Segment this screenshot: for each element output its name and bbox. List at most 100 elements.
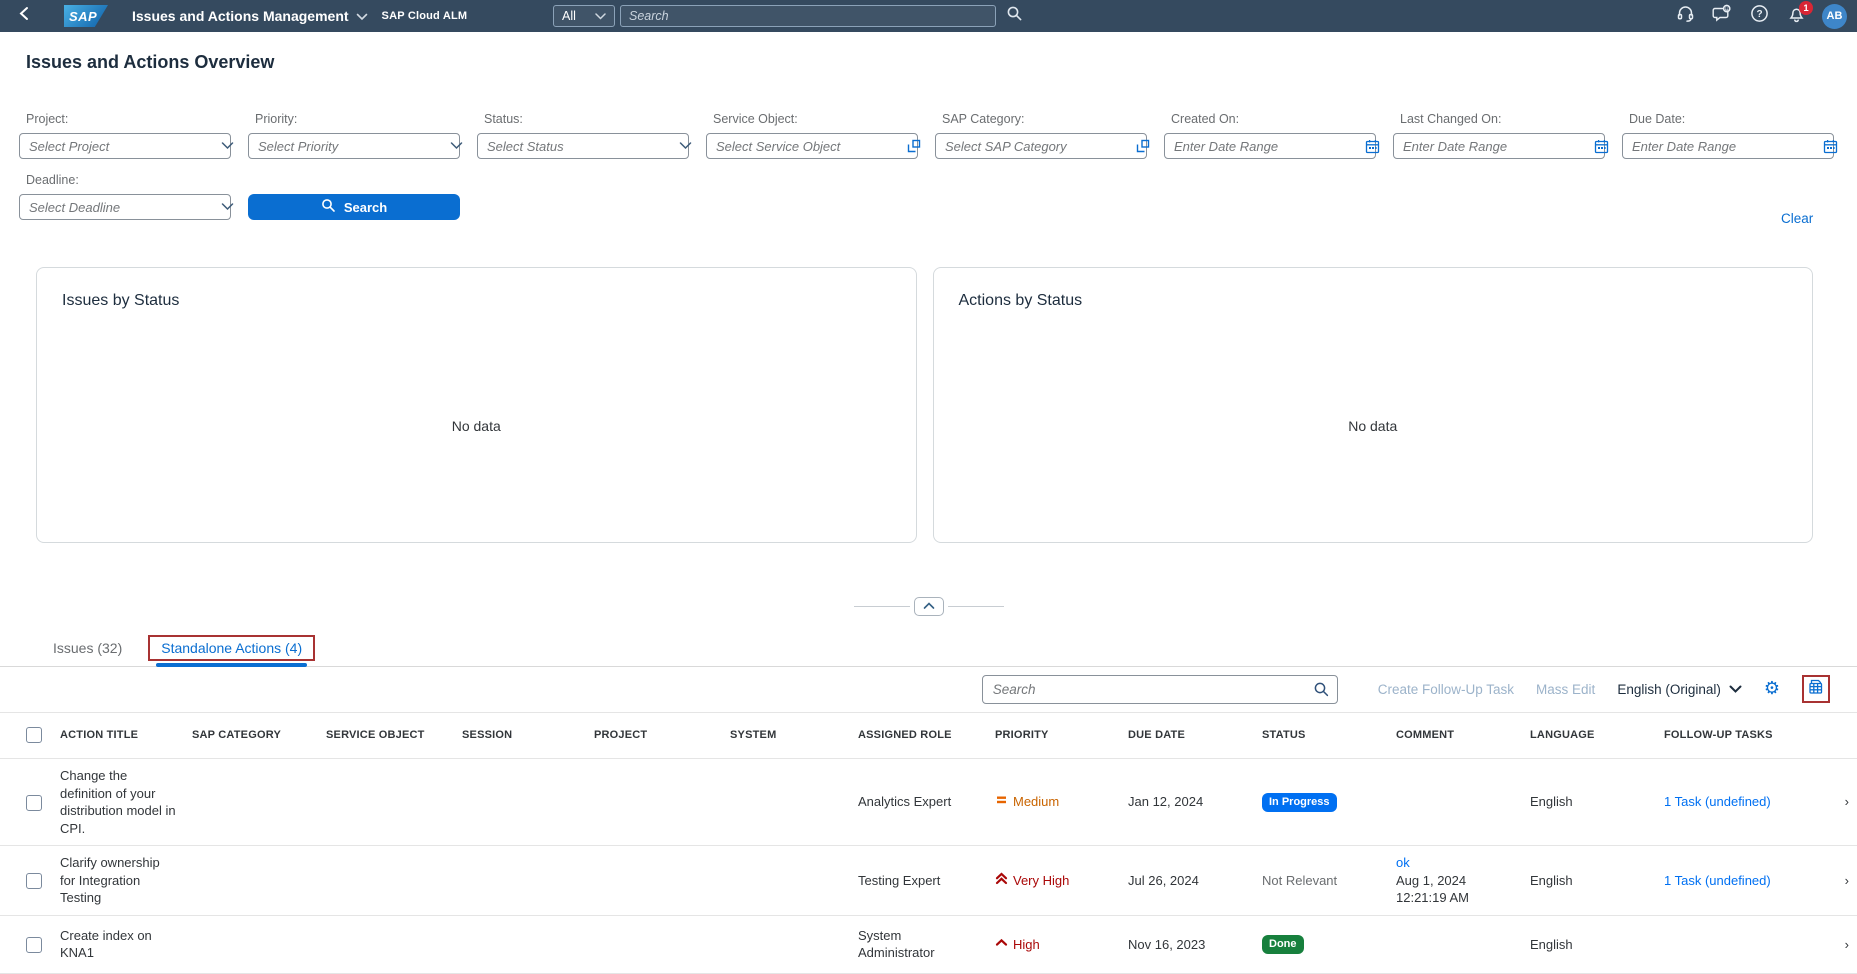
filter-project: Project: [19, 112, 231, 159]
service-object-field[interactable] [706, 133, 918, 159]
cell-project [586, 759, 722, 846]
calendar-icon[interactable] [1588, 139, 1614, 154]
feedback-button[interactable] [1711, 5, 1733, 27]
row-checkbox[interactable] [26, 795, 42, 811]
deadline-select-input[interactable] [20, 195, 214, 219]
language-select-value: English (Original) [1617, 682, 1721, 697]
priority-select-input[interactable] [249, 134, 443, 158]
deadline-select[interactable] [19, 194, 231, 220]
project-select[interactable] [19, 133, 231, 159]
table-search-field [982, 675, 1338, 704]
search-icon[interactable] [1313, 681, 1330, 703]
mass-edit-button[interactable]: Mass Edit [1536, 682, 1595, 697]
create-follow-up-task-button[interactable]: Create Follow-Up Task [1378, 682, 1514, 697]
cell-service-object [318, 915, 454, 973]
headset-icon [1676, 4, 1695, 28]
filter-label: Priority: [248, 112, 460, 126]
col-follow-up-tasks[interactable]: FOLLOW-UP TASKS [1656, 713, 1801, 759]
cell-action-title: Clarify ownership for Integration Testin… [52, 846, 184, 916]
shell-search-input[interactable] [620, 5, 996, 27]
col-status[interactable]: STATUS [1254, 713, 1388, 759]
project-select-input[interactable] [20, 134, 214, 158]
last-changed-on-input[interactable] [1394, 134, 1588, 158]
shell-search-button[interactable] [1006, 5, 1023, 27]
service-object-input[interactable] [707, 134, 901, 158]
select-all-checkbox[interactable] [26, 727, 42, 743]
tab-issues[interactable]: Issues (32) [53, 630, 122, 667]
follow-up-tasks-link[interactable]: 1 Task (undefined) [1664, 873, 1771, 888]
cell-language: English [1522, 759, 1656, 846]
tab-standalone-actions[interactable]: Standalone Actions (4) [148, 630, 315, 667]
card-title: Actions by Status [934, 268, 1813, 310]
status-select[interactable] [477, 133, 689, 159]
cell-action-title: Create index on KNA1 [52, 915, 184, 973]
help-button[interactable]: ? [1748, 5, 1770, 27]
status-select-input[interactable] [478, 134, 672, 158]
priority-medium-icon [995, 793, 1008, 811]
row-navigation-chevron[interactable]: › [1801, 915, 1857, 973]
avatar-initials: AB [1827, 10, 1843, 22]
sap-category-field[interactable] [935, 133, 1147, 159]
value-help-icon[interactable] [1130, 139, 1156, 153]
cell-comment: ok Aug 1, 2024 12:21:19 AM [1388, 846, 1522, 916]
col-priority[interactable]: PRIORITY [987, 713, 1120, 759]
table-row[interactable]: Create index on KNA1 System Administrato… [0, 915, 1857, 973]
created-on-input[interactable] [1165, 134, 1359, 158]
panel-splitter [0, 596, 1857, 616]
table-row[interactable]: Clarify ownership for Integration Testin… [0, 846, 1857, 916]
priority-label: Very High [1013, 872, 1069, 890]
chevron-down-icon[interactable] [443, 142, 469, 150]
avatar[interactable]: AB [1822, 4, 1847, 29]
chevron-down-icon[interactable] [672, 142, 698, 150]
col-comment[interactable]: COMMENT [1388, 713, 1522, 759]
comment-link[interactable]: ok [1396, 854, 1514, 872]
calendar-icon[interactable] [1817, 139, 1843, 154]
search-scope-select[interactable]: All [553, 5, 615, 27]
filter-label: Deadline: [19, 173, 231, 187]
chevron-down-icon[interactable] [214, 203, 240, 211]
notifications-button[interactable]: 1 [1785, 5, 1807, 27]
search-button[interactable]: Search [248, 194, 460, 220]
col-due-date[interactable]: DUE DATE [1120, 713, 1254, 759]
sap-category-input[interactable] [936, 134, 1130, 158]
last-changed-on-field[interactable] [1393, 133, 1605, 159]
language-select[interactable]: English (Original) [1617, 682, 1742, 697]
status-text: Not Relevant [1262, 873, 1337, 888]
col-action-title[interactable]: ACTION TITLE [52, 713, 184, 759]
col-system[interactable]: SYSTEM [722, 713, 850, 759]
table-search-input[interactable] [982, 675, 1338, 704]
search-button-label: Search [344, 200, 387, 215]
row-checkbox[interactable] [26, 937, 42, 953]
row-navigation-chevron[interactable]: › [1801, 759, 1857, 846]
table-header-row: ACTION TITLE SAP CATEGORY SERVICE OBJECT… [0, 713, 1857, 759]
due-date-field[interactable] [1622, 133, 1834, 159]
clear-link[interactable]: Clear [1781, 211, 1813, 226]
col-assigned-role[interactable]: ASSIGNED ROLE [850, 713, 987, 759]
value-help-icon[interactable] [901, 139, 927, 153]
table-settings-button[interactable]: ⚙ [1764, 680, 1780, 698]
col-project[interactable]: PROJECT [586, 713, 722, 759]
row-checkbox[interactable] [26, 873, 42, 889]
follow-up-tasks-link[interactable]: 1 Task (undefined) [1664, 794, 1771, 809]
priority-value: High [995, 936, 1112, 954]
due-date-input[interactable] [1623, 134, 1817, 158]
support-button[interactable] [1674, 5, 1696, 27]
export-spreadsheet-button[interactable] [1802, 675, 1830, 703]
col-service-object[interactable]: SERVICE OBJECT [318, 713, 454, 759]
collapse-button[interactable] [914, 597, 944, 616]
back-button[interactable] [0, 6, 46, 26]
col-sap-category[interactable]: SAP CATEGORY [184, 713, 318, 759]
feedback-chat-icon [1712, 4, 1732, 28]
search-icon [1006, 5, 1023, 27]
table-row[interactable]: Change the definition of your distributi… [0, 759, 1857, 846]
col-language[interactable]: LANGUAGE [1522, 713, 1656, 759]
app-title[interactable]: Issues and Actions Management [132, 8, 368, 24]
calendar-icon[interactable] [1359, 139, 1385, 154]
chevron-down-icon[interactable] [214, 142, 240, 150]
chevron-down-icon [1729, 682, 1742, 697]
col-session[interactable]: SESSION [454, 713, 586, 759]
priority-select[interactable] [248, 133, 460, 159]
row-navigation-chevron[interactable]: › [1801, 846, 1857, 916]
created-on-field[interactable] [1164, 133, 1376, 159]
comment-time: 12:21:19 AM [1396, 889, 1514, 907]
